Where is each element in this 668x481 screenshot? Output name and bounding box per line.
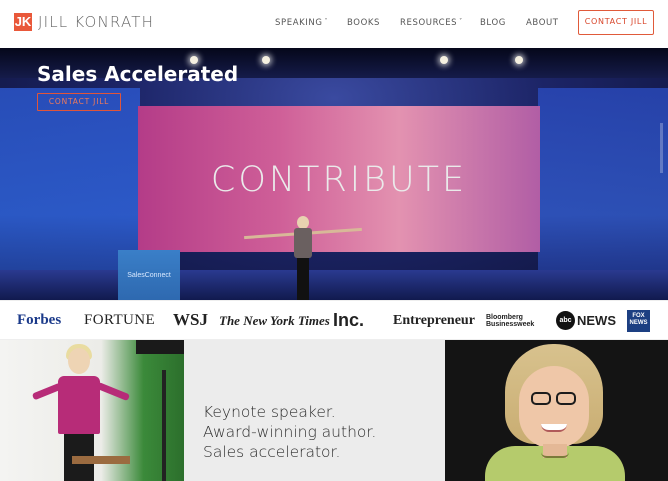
stage-light-icon bbox=[440, 56, 448, 64]
nav-item-speaking[interactable]: SPEAKING ˅ bbox=[275, 18, 328, 28]
nav-item-blog[interactable]: BLOG bbox=[480, 18, 506, 28]
abc-news-text: NEWS bbox=[577, 313, 616, 328]
tagline-line-3: Sales accelerator. bbox=[203, 443, 341, 461]
logo-mark-icon: JK bbox=[14, 13, 32, 31]
glasses-icon bbox=[531, 392, 551, 405]
press-logo-strip: Forbes FORTUNE WSJ The New York Times In… bbox=[0, 300, 668, 340]
glasses-icon bbox=[556, 392, 576, 405]
podium: SalesConnect bbox=[118, 250, 180, 300]
nav-item-label: BOOKS bbox=[347, 18, 381, 28]
presenter-body bbox=[58, 376, 100, 434]
contact-jill-button[interactable]: CONTACT JILL bbox=[578, 10, 654, 35]
abc-icon: abc bbox=[556, 311, 575, 330]
keynote-photo bbox=[0, 340, 184, 481]
nyt-logo: The New York Times bbox=[219, 313, 330, 328]
caret-down-icon: ˅ bbox=[459, 18, 463, 25]
podium-label: SalesConnect bbox=[127, 272, 171, 279]
bloomberg-businessweek-logo: Bloomberg Businessweek bbox=[486, 314, 535, 328]
presenter-head bbox=[68, 348, 90, 374]
tagline-line-1: Keynote speaker. bbox=[203, 403, 336, 421]
nav-item-label: SPEAKING bbox=[275, 18, 323, 28]
portrait-face bbox=[519, 366, 589, 448]
nav-item-books[interactable]: BOOKS bbox=[347, 18, 380, 28]
necklace-icon bbox=[541, 452, 569, 458]
stage-light-icon bbox=[515, 56, 523, 64]
hero-banner: CONTRIBUTE SalesConnect Sales Accelerate… bbox=[0, 48, 668, 300]
tagline-panel: Keynote speaker. Award-winning author. S… bbox=[184, 340, 445, 481]
speaker-legs bbox=[297, 258, 309, 300]
fox-news-logo: FOX NEWS bbox=[627, 310, 650, 332]
stage-floor bbox=[0, 270, 668, 300]
logo-text: JILL KONRATH bbox=[38, 13, 155, 31]
nav-item-about[interactable]: ABOUT bbox=[526, 18, 559, 28]
abc-news-logo: abc NEWS bbox=[556, 311, 616, 330]
nav-item-resources[interactable]: RESOURCES ˅ bbox=[400, 18, 463, 28]
speaker-figure bbox=[244, 216, 362, 300]
tagline-line-2: Award-winning author. bbox=[203, 423, 377, 441]
stage-light-icon bbox=[262, 56, 270, 64]
scrollbar-thumb[interactable] bbox=[660, 123, 663, 173]
hero-contact-button[interactable]: CONTACT JILL bbox=[37, 93, 121, 111]
entrepreneur-logo: Entrepreneur bbox=[393, 313, 475, 328]
stage-wall-right bbox=[538, 88, 668, 300]
hero-title: Sales Accelerated bbox=[37, 62, 239, 86]
portrait-smile bbox=[541, 424, 567, 432]
screen-text: CONTRIBUTE bbox=[210, 160, 468, 200]
presenter-arm-right bbox=[95, 381, 131, 402]
speaker-body bbox=[294, 228, 312, 258]
forbes-logo: Forbes bbox=[17, 312, 62, 328]
top-nav: JK JILL KONRATH SPEAKING ˅ BOOKS RESOURCE… bbox=[0, 0, 668, 48]
inc-logo: Inc. bbox=[333, 310, 365, 330]
tripod-shape bbox=[162, 370, 166, 481]
fortune-logo: FORTUNE bbox=[84, 312, 156, 328]
portrait-photo bbox=[445, 340, 668, 481]
wsj-logo: WSJ bbox=[173, 310, 208, 329]
nav-item-label: ABOUT bbox=[526, 18, 559, 28]
nav-item-label: RESOURCES bbox=[400, 18, 458, 28]
site-logo[interactable]: JK JILL KONRATH bbox=[14, 13, 154, 31]
table-shape bbox=[72, 456, 130, 464]
nav-item-label: BLOG bbox=[480, 18, 506, 28]
caret-down-icon: ˅ bbox=[324, 18, 329, 25]
monitor-shape bbox=[136, 340, 184, 354]
